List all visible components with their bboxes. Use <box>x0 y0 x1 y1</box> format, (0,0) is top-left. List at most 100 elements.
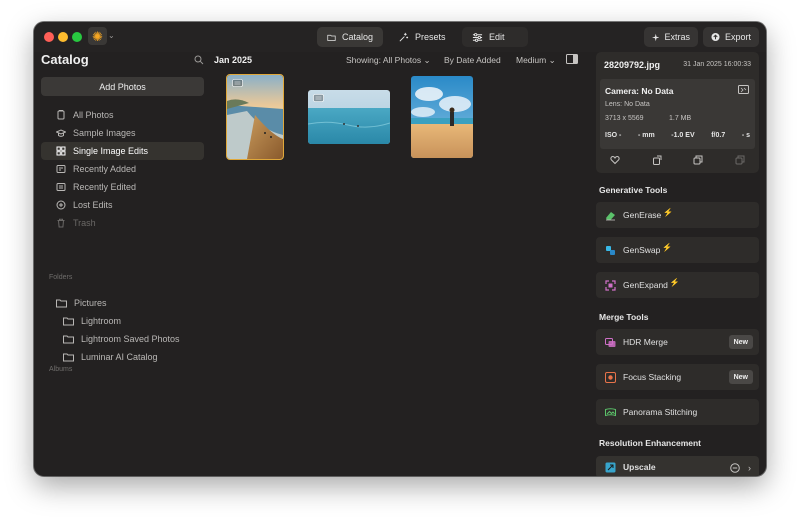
sidebar-item-recently-added[interactable]: Recently Added <box>41 160 204 178</box>
folder-label: Lightroom <box>81 316 122 326</box>
upscale-tool[interactable]: Upscale › <box>596 456 759 476</box>
folder-icon <box>63 317 74 326</box>
sparkle-icon <box>399 32 409 41</box>
generative-tools-heading: Generative Tools <box>599 185 668 195</box>
folder-item-lightroom-saved-photos[interactable]: Lightroom Saved Photos <box>41 330 204 348</box>
folders-list: Pictures Lightroom Lightroom Saved Photo… <box>41 294 204 366</box>
beach-sunset-image <box>227 75 283 159</box>
extras-button[interactable]: Extras <box>644 27 698 47</box>
sidebar-item-recently-edited[interactable]: Recently Edited <box>41 178 204 196</box>
tab-presets[interactable]: Presets <box>388 27 458 47</box>
focus-stacking-tool[interactable]: Focus Stacking New <box>596 364 759 390</box>
hdr-merge-tool[interactable]: HDR Merge New <box>596 329 759 355</box>
heart-icon[interactable] <box>610 155 620 165</box>
swap-icon <box>606 245 615 255</box>
date-group-label: Jan 2025 <box>214 55 253 65</box>
sidebar-item-label: Sample Images <box>73 128 136 138</box>
merge-tools-heading: Merge Tools <box>599 312 649 322</box>
minus-circle-icon[interactable] <box>730 463 740 473</box>
folders-heading: Folders <box>49 274 73 281</box>
toggle-panel-icon[interactable] <box>566 54 578 64</box>
beach-person-image <box>411 76 473 158</box>
share-icon[interactable] <box>652 155 662 165</box>
extras-label: Extras <box>664 32 690 42</box>
file-name: 28209792.jpg <box>604 60 661 70</box>
search-icon[interactable] <box>194 55 204 65</box>
photos-icon <box>57 110 65 120</box>
tool-label: GenErase <box>623 210 662 220</box>
genexpand-tool[interactable]: GenExpand ⚡ <box>596 272 759 298</box>
expand-icon <box>605 279 616 291</box>
sidebar-item-sample-images[interactable]: Sample Images <box>41 124 204 142</box>
close-window-button[interactable] <box>44 32 54 42</box>
folder-item-pictures[interactable]: Pictures <box>41 294 204 312</box>
app-window: ✺ ⌄ Catalog Presets Edit Extras Export C… <box>34 22 766 476</box>
upscale-controls: › <box>730 463 751 473</box>
sidebar-item-all-photos[interactable]: All Photos <box>41 106 204 124</box>
folder-label: Lightroom Saved Photos <box>81 334 180 344</box>
catalog-nav: All Photos Sample Images Single Image Ed… <box>41 106 204 232</box>
upscale-icon <box>605 462 616 472</box>
image-dimensions: 3713 x 5569 <box>605 115 644 122</box>
thumbnail-size-dropdown[interactable]: Medium ⌄ <box>516 55 556 66</box>
sidebar-item-lost-edits[interactable]: Lost Edits <box>41 196 204 214</box>
sidebar-item-label: Recently Added <box>73 164 137 174</box>
folder-icon <box>56 299 67 308</box>
app-logo-icon[interactable]: ✺ <box>88 27 107 45</box>
folder-item-luminar-ai-catalog[interactable]: Luminar AI Catalog <box>41 348 204 366</box>
export-button[interactable]: Export <box>703 27 759 47</box>
info-actions <box>604 155 751 165</box>
tab-catalog[interactable]: Catalog <box>317 27 383 47</box>
tool-label: GenExpand <box>623 280 668 290</box>
add-photos-button[interactable]: Add Photos <box>41 77 204 96</box>
upload-icon <box>711 32 720 42</box>
minimize-window-button[interactable] <box>58 32 68 42</box>
aperture-value: f/0.7 <box>711 132 726 139</box>
lost-edits-icon <box>56 200 66 210</box>
thumbnail-size-label: Medium <box>516 55 547 65</box>
image-info-icon[interactable] <box>738 85 749 94</box>
photo-thumbnail[interactable] <box>411 76 473 158</box>
chevron-right-icon[interactable]: › <box>748 463 751 473</box>
tab-edit-label: Edit <box>489 32 505 42</box>
photo-thumbnail[interactable] <box>226 74 284 160</box>
sidebar-item-trash[interactable]: Trash <box>41 214 204 232</box>
exif-box: Camera: No Data Lens: No Data 3713 x 556… <box>600 79 755 149</box>
tool-label: Upscale <box>623 462 656 472</box>
trash-icon <box>57 218 65 228</box>
export-label: Export <box>724 32 751 42</box>
stack-icon[interactable] <box>735 155 745 165</box>
albums-heading: Albums <box>49 366 73 373</box>
folder-icon <box>327 34 336 41</box>
generase-tool[interactable]: GenErase ⚡ <box>596 202 759 228</box>
ai-bolt-icon: ⚡ <box>669 277 680 287</box>
image-info-panel: 28209792.jpg 31 Jan 2025 16:00:33 Camera… <box>596 52 759 173</box>
new-badge: New <box>728 335 753 349</box>
exposure-value: -1.0 EV <box>671 132 695 139</box>
tab-edit[interactable]: Edit <box>462 27 528 47</box>
edited-badge-icon <box>232 79 243 87</box>
genswap-tool[interactable]: GenSwap ⚡ <box>596 237 759 263</box>
capture-date: 31 Jan 2025 16:00:33 <box>683 61 751 68</box>
sidebar-item-single-image-edits[interactable]: Single Image Edits <box>41 142 204 160</box>
duplicate-icon[interactable] <box>693 155 703 165</box>
lens-info: Lens: No Data <box>605 101 650 108</box>
panorama-stitching-tool[interactable]: Panorama Stitching <box>596 399 759 425</box>
focal-length-value: - mm <box>637 132 655 139</box>
chevron-down-icon: ⌄ <box>548 55 556 65</box>
folder-label: Luminar AI Catalog <box>81 352 158 362</box>
photo-thumbnail[interactable] <box>308 90 390 144</box>
sidebar-item-label: Lost Edits <box>73 200 113 210</box>
hdr-icon <box>605 337 616 347</box>
zoom-window-button[interactable] <box>72 32 82 42</box>
chevron-down-icon[interactable]: ⌄ <box>108 31 115 40</box>
file-size: 1.7 MB <box>669 115 692 122</box>
sort-dropdown[interactable]: By Date Added <box>444 55 501 65</box>
tool-label: Focus Stacking <box>623 372 682 382</box>
sidebar-item-label: Single Image Edits <box>73 146 149 156</box>
chevron-down-icon: ⌄ <box>423 55 431 65</box>
focus-icon <box>605 371 616 383</box>
folder-item-lightroom[interactable]: Lightroom <box>41 312 204 330</box>
folder-icon <box>63 335 74 344</box>
showing-filter-dropdown[interactable]: Showing: All Photos ⌄ <box>346 55 431 66</box>
